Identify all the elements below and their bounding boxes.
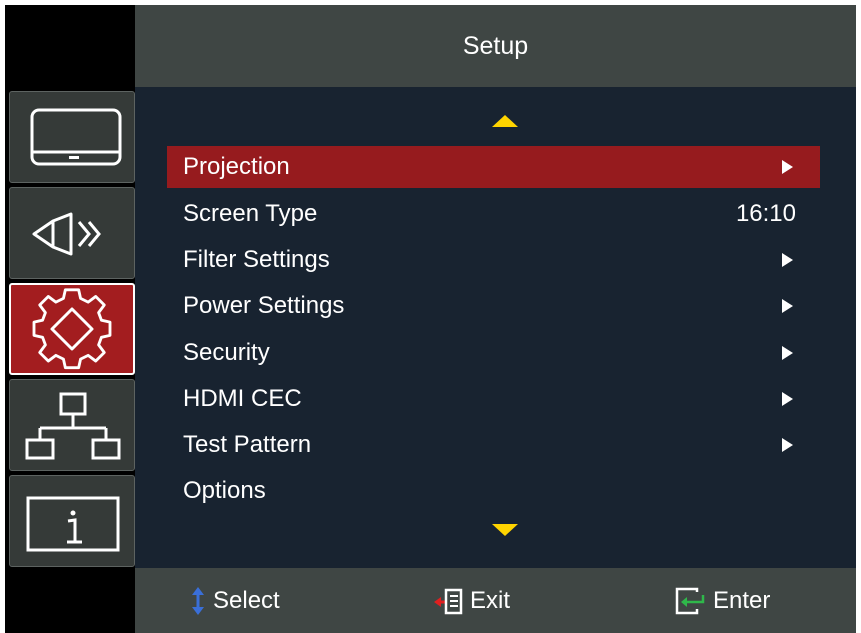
gear-icon — [32, 288, 112, 370]
audio-icon — [32, 212, 101, 256]
menu-item-options[interactable]: Options — [167, 470, 820, 512]
menu-panel: Projection Screen Type 16:10 Filter Sett… — [135, 87, 856, 568]
hint-enter-label: Enter — [713, 587, 771, 614]
menu-item-power-settings[interactable]: Power Settings — [167, 285, 820, 327]
menu-item-value: 16:10 — [735, 200, 796, 227]
scroll-down-icon[interactable] — [492, 524, 518, 536]
display-icon — [30, 108, 122, 166]
network-icon — [25, 392, 121, 460]
menu-item-filter-settings[interactable]: Filter Settings — [167, 239, 820, 281]
sidebar-tab-info[interactable] — [9, 475, 135, 567]
updown-arrow-icon — [192, 587, 204, 615]
menu-item-hdmi-cec[interactable]: HDMI CEC — [167, 378, 820, 420]
submenu-arrow-icon — [782, 438, 793, 452]
scroll-up-icon[interactable] — [492, 115, 518, 127]
hint-select-label: Select — [213, 587, 280, 614]
info-icon — [26, 496, 120, 552]
submenu-arrow-icon — [782, 253, 793, 267]
exit-icon — [434, 588, 463, 615]
menu-item-test-pattern[interactable]: Test Pattern — [167, 424, 820, 466]
menu-item-label: Power Settings — [183, 292, 345, 319]
sidebar — [5, 87, 135, 568]
osd-menu: Setup Projection Screen Type 16:10 Filte… — [5, 5, 856, 633]
menu-item-label: Projection — [183, 153, 290, 180]
menu-item-label: HDMI CEC — [183, 385, 302, 412]
menu-item-security[interactable]: Security — [167, 332, 820, 374]
hint-exit-label: Exit — [470, 587, 511, 614]
sidebar-tab-display[interactable] — [9, 91, 135, 183]
submenu-arrow-icon — [782, 160, 793, 174]
sidebar-tab-setup[interactable] — [9, 283, 135, 375]
footer-hints: Select Exit Enter — [135, 568, 856, 633]
submenu-arrow-icon — [782, 299, 793, 313]
sidebar-tab-network[interactable] — [9, 379, 135, 471]
enter-icon — [675, 587, 705, 615]
submenu-arrow-icon — [782, 346, 793, 360]
header-bar: Setup — [135, 5, 856, 87]
sidebar-tab-audio[interactable] — [9, 187, 135, 279]
menu-item-label: Screen Type — [183, 200, 318, 227]
menu-item-label: Security — [183, 339, 270, 366]
menu-item-label: Options — [183, 477, 266, 504]
menu-item-label: Test Pattern — [183, 431, 312, 458]
page-title: Setup — [462, 32, 529, 60]
menu-item-label: Filter Settings — [183, 246, 330, 273]
menu-item-screen-type[interactable]: Screen Type 16:10 — [167, 193, 820, 235]
menu-item-projection[interactable]: Projection — [167, 146, 820, 188]
submenu-arrow-icon — [782, 392, 793, 406]
